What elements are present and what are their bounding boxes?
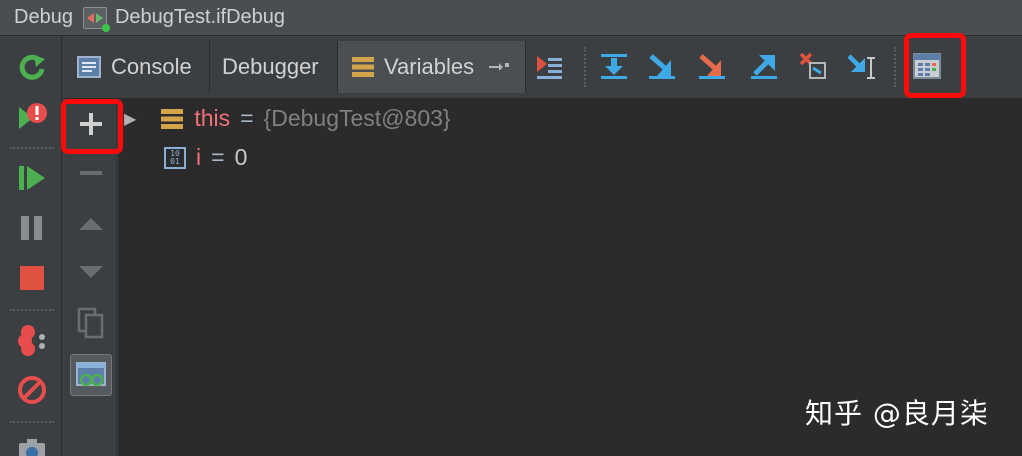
drop-frame-icon[interactable] (796, 51, 830, 81)
pin-arrow-icon[interactable] (488, 60, 510, 74)
title-bar: Debug DebugTest.ifDebug (0, 0, 1022, 36)
run-config-name[interactable]: DebugTest.ifDebug (115, 6, 285, 29)
run-config-icon (82, 6, 110, 32)
run-to-cursor-icon[interactable] (844, 51, 878, 81)
equals-sign: = (211, 144, 225, 170)
variable-row-this[interactable]: ▶ this = {DebugTest@803} (124, 105, 451, 132)
console-icon (77, 56, 101, 78)
tab-divider (525, 41, 526, 93)
expand-arrow-icon[interactable]: ▶ (124, 109, 136, 129)
force-step-into-icon[interactable] (695, 51, 729, 81)
tab-variables-label: Variables (384, 54, 475, 79)
toolbar-separator (10, 147, 54, 149)
copy-icon[interactable] (71, 303, 111, 343)
toolbar-separator (10, 421, 54, 423)
remove-watch-icon[interactable] (71, 153, 111, 193)
variable-value: 0 (234, 144, 248, 170)
tab-debugger-label: Debugger (222, 54, 319, 79)
primitive-type-icon: 10 01 (164, 146, 186, 169)
variables-icon (352, 57, 374, 77)
toolbar-separator (894, 47, 896, 87)
toolbar-separator (10, 309, 54, 311)
pause-icon[interactable] (13, 209, 51, 247)
equals-sign: = (240, 105, 254, 131)
view-breakpoints-icon[interactable] (13, 321, 51, 359)
show-execution-point-icon[interactable] (533, 51, 567, 81)
tab-variables[interactable]: Variables (338, 41, 525, 93)
watches-glasses-icon[interactable] (70, 354, 112, 396)
step-over-icon[interactable] (597, 51, 631, 81)
object-field-icon (161, 108, 184, 129)
resume-icon[interactable] (13, 159, 51, 197)
toolbar-separator (584, 47, 586, 87)
step-into-icon[interactable] (645, 51, 679, 81)
mute-breakpoints-icon[interactable] (13, 371, 51, 409)
variable-name: this (194, 105, 231, 131)
watermark-text: 知乎 @良月柒 (805, 397, 989, 430)
tab-console[interactable]: Console (71, 41, 209, 93)
highlight-add-watch (61, 99, 123, 154)
panel-title: Debug (14, 6, 73, 28)
rerun-icon[interactable] (13, 49, 51, 87)
debug-left-toolbar (0, 37, 62, 456)
move-down-icon[interactable] (71, 252, 111, 292)
restart-error-icon[interactable] (13, 97, 51, 135)
variable-name: i (196, 144, 202, 170)
debug-tabs-row: Console Debugger Variables (63, 37, 1022, 99)
tab-debugger[interactable]: Debugger (210, 41, 337, 93)
step-out-icon[interactable] (747, 51, 781, 81)
highlight-evaluate-expression (904, 33, 966, 98)
stop-icon[interactable] (13, 259, 51, 297)
move-up-icon[interactable] (71, 204, 111, 244)
camera-icon[interactable] (13, 431, 51, 456)
variable-value: {DebugTest@803} (263, 105, 451, 131)
variable-row-i[interactable]: 10 01 i = 0 (164, 144, 247, 171)
tab-console-label: Console (111, 54, 192, 79)
